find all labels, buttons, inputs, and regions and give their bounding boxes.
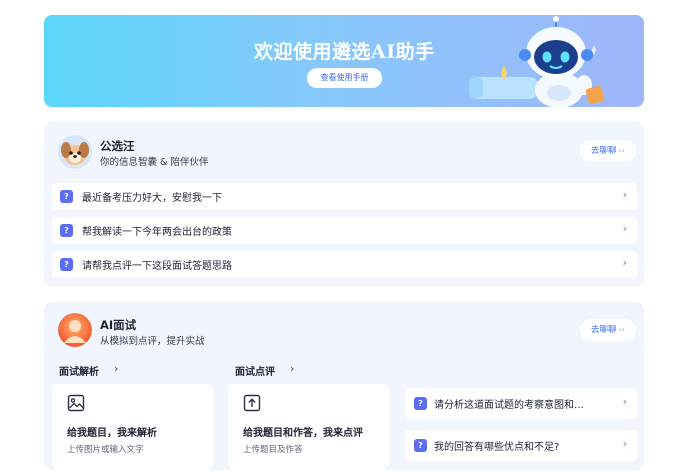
tool-title: 给我题目和作答，我来点评 bbox=[243, 428, 363, 439]
welcome-banner: 欢迎使用遴选AI助手 查看使用手册 bbox=[44, 15, 644, 107]
suggested-question[interactable]: ? 请分析这道面试题的考察意图和… › bbox=[405, 388, 637, 419]
chevron-right-icon: › bbox=[622, 222, 627, 235]
question-text: 最近备考压力好大，安慰我一下 bbox=[82, 193, 222, 204]
view-manual-button[interactable]: 查看使用手册 bbox=[307, 68, 382, 88]
agent-card-gongxuanwang: 公选汪 你的信息智囊 & 陪伴伙伴 去聊聊 ›› ? 最近备考压力好大，安慰我一下… bbox=[44, 122, 644, 286]
go-chat-label: 去聊聊 bbox=[591, 325, 617, 335]
chevron-right-icon: › bbox=[114, 362, 119, 375]
dog-avatar-icon bbox=[58, 135, 92, 169]
tool-subtitle: 上传题目及作答 bbox=[243, 445, 303, 455]
suggested-question[interactable]: ? 帮我解读一下今年两会出台的政策 › bbox=[52, 217, 637, 244]
ai-interview-avatar-icon bbox=[58, 313, 92, 347]
question-icon: ? bbox=[414, 397, 427, 410]
chevron-right-icon: › bbox=[622, 256, 627, 269]
suggested-question[interactable]: ? 请帮我点评一下这段面试答题思路 › bbox=[52, 251, 637, 278]
agent-description: 从模拟到点评，提升实战 bbox=[100, 336, 205, 347]
suggested-question[interactable]: ? 最近备考压力好大，安慰我一下 › bbox=[52, 183, 637, 210]
double-chevron-icon: ›› bbox=[618, 146, 625, 155]
question-icon: ? bbox=[414, 439, 427, 452]
question-text: 我的回答有哪些优点和不足? bbox=[434, 442, 560, 453]
robot-mascot-icon bbox=[469, 16, 605, 107]
analysis-tool-card[interactable]: 给我题目，我来解析 上传图片或输入文字 bbox=[52, 384, 213, 470]
tool-subtitle: 上传图片或输入文字 bbox=[67, 445, 144, 455]
section-interview-review[interactable]: 面试点评 bbox=[235, 363, 275, 378]
agent-card-ai-interview: AI面试 从模拟到点评，提升实战 去聊聊 ›› 面试解析 › 面试点评 › 给我题… bbox=[44, 302, 644, 470]
section-interview-analysis[interactable]: 面试解析 bbox=[59, 363, 99, 378]
suggested-question[interactable]: ? 我的回答有哪些优点和不足? › bbox=[405, 430, 637, 461]
question-icon: ? bbox=[60, 190, 73, 203]
question-text: 请帮我点评一下这段面试答题思路 bbox=[82, 261, 232, 272]
go-chat-button[interactable]: 去聊聊 ›› bbox=[580, 140, 636, 162]
agent-name: 公选汪 bbox=[100, 139, 135, 153]
agent-description: 你的信息智囊 & 陪伴伙伴 bbox=[100, 157, 209, 168]
go-chat-label: 去聊聊 bbox=[591, 146, 617, 156]
question-icon: ? bbox=[60, 258, 73, 271]
chevron-right-icon: › bbox=[622, 437, 627, 450]
question-text: 请分析这道面试题的考察意图和… bbox=[434, 400, 584, 411]
review-tool-card[interactable]: 给我题目和作答，我来点评 上传题目及作答 bbox=[228, 384, 389, 470]
chevron-right-icon: › bbox=[290, 362, 295, 375]
tool-title: 给我题目，我来解析 bbox=[67, 428, 157, 439]
agent-name: AI面试 bbox=[100, 318, 137, 332]
banner-title: 欢迎使用遴选AI助手 bbox=[254, 41, 435, 63]
chevron-right-icon: › bbox=[622, 188, 627, 201]
upload-icon bbox=[243, 394, 261, 412]
image-icon bbox=[67, 394, 85, 412]
chevron-right-icon: › bbox=[622, 395, 627, 408]
go-chat-button[interactable]: 去聊聊 ›› bbox=[580, 319, 636, 341]
double-chevron-icon: ›› bbox=[618, 325, 625, 334]
question-text: 帮我解读一下今年两会出台的政策 bbox=[82, 227, 232, 238]
question-icon: ? bbox=[60, 224, 73, 237]
